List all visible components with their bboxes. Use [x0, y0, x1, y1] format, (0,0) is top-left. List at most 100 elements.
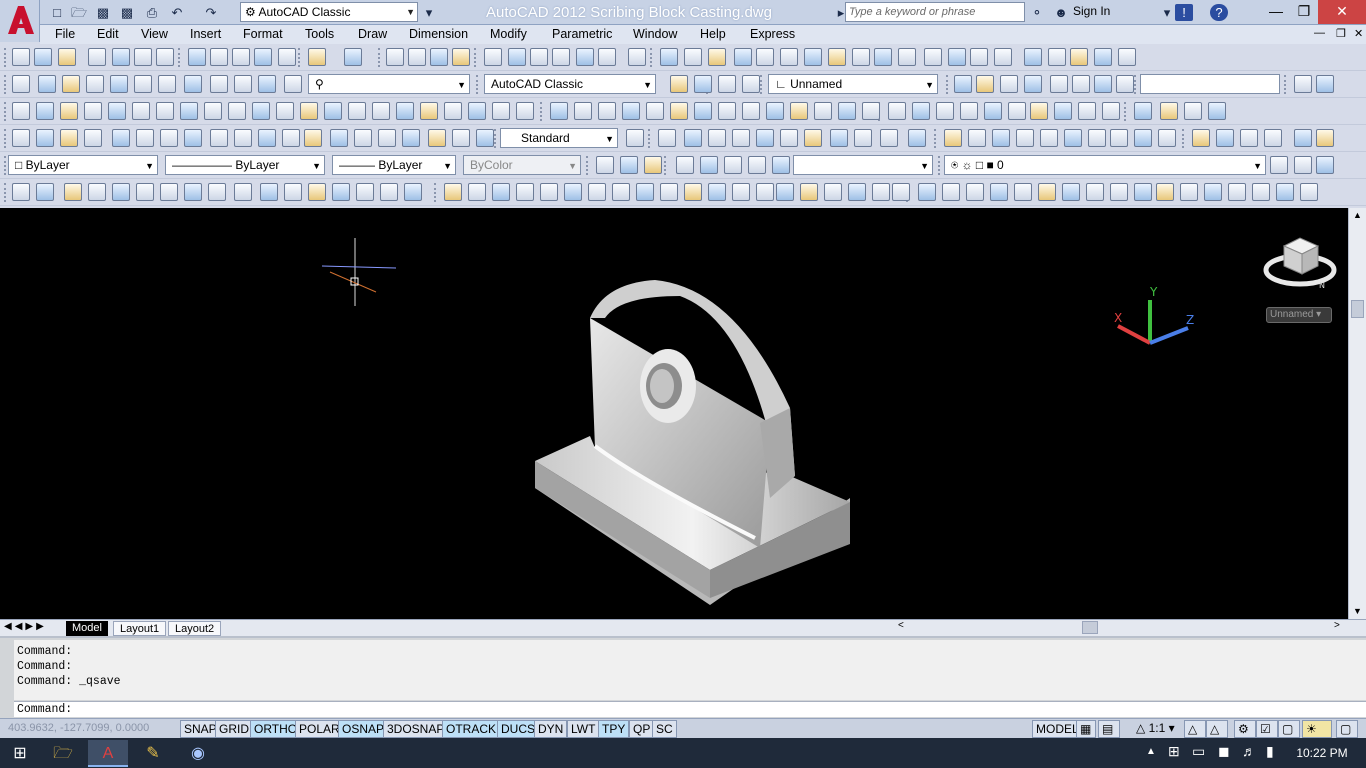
3d-orbit-icon[interactable]: [596, 156, 614, 174]
3d-scale-icon[interactable]: [960, 102, 978, 120]
redo-icon[interactable]: [344, 48, 362, 66]
rotate-icon[interactable]: [588, 183, 606, 201]
wblock-icon[interactable]: [780, 48, 798, 66]
match-properties-icon[interactable]: [254, 48, 272, 66]
toolbar-grip[interactable]: [586, 156, 590, 175]
toolbar-grip[interactable]: [378, 48, 382, 67]
stretch-box-icon[interactable]: [1110, 183, 1128, 201]
tab-model[interactable]: Model: [66, 621, 108, 636]
cone-icon[interactable]: [86, 75, 104, 93]
fillet-edge-icon[interactable]: [396, 102, 414, 120]
blend-box-icon[interactable]: [1276, 183, 1294, 201]
polysolid-icon[interactable]: [234, 75, 252, 93]
viewport-single-icon[interactable]: [1160, 102, 1178, 120]
dim-style-dropdown[interactable]: Standard ▼: [500, 128, 618, 148]
hyperlink-icon[interactable]: [854, 129, 872, 147]
tray-monitor-icon[interactable]: ▭: [1192, 743, 1205, 760]
toolbar-grip[interactable]: [178, 48, 182, 67]
section-icon[interactable]: [492, 102, 510, 120]
helix-icon[interactable]: [258, 75, 276, 93]
pin-app-icon[interactable]: ✎: [133, 740, 173, 767]
redo-icon[interactable]: ↷: [202, 4, 220, 21]
3d-dwf-icon[interactable]: [156, 48, 174, 66]
sheet-set-icon[interactable]: [552, 48, 570, 66]
draworder-icon[interactable]: [918, 183, 936, 201]
tab-nav-arrows-icon[interactable]: ◀◀▶▶: [4, 621, 47, 632]
toolbar-grip[interactable]: [1134, 75, 1138, 94]
toolbar-grip[interactable]: [4, 156, 8, 175]
ucs-icon[interactable]: [718, 75, 736, 93]
toolbar-grip[interactable]: [474, 48, 478, 67]
imprint-icon[interactable]: [276, 102, 294, 120]
walk-icon[interactable]: [772, 156, 790, 174]
customize-qat-icon[interactable]: ▾: [420, 4, 438, 21]
3d-rotate-icon[interactable]: [936, 102, 954, 120]
layer-walk-icon[interactable]: [944, 129, 962, 147]
doc-restore-icon[interactable]: ❐: [1336, 27, 1346, 40]
presspull-icon[interactable]: [36, 102, 54, 120]
text-style-icon[interactable]: [872, 183, 890, 201]
tool-palettes-icon[interactable]: [530, 48, 548, 66]
chevron-down-icon[interactable]: ▾: [1158, 4, 1176, 21]
markup-icon[interactable]: [576, 48, 594, 66]
ucs-z-icon[interactable]: [670, 102, 688, 120]
layer-off-icon[interactable]: [1016, 129, 1034, 147]
arc-icon[interactable]: [136, 183, 154, 201]
region-icon[interactable]: [404, 183, 422, 201]
viewcube-ucs-menu[interactable]: Unnamed ▾: [1266, 307, 1332, 323]
array-icon[interactable]: [540, 183, 558, 201]
tray-windows-icon[interactable]: ⊞: [1168, 743, 1180, 760]
trim-dash-icon[interactable]: [1134, 183, 1152, 201]
extend-dash-icon[interactable]: [1156, 183, 1174, 201]
baseline-dim-icon[interactable]: [234, 129, 252, 147]
copy-icon[interactable]: [468, 183, 486, 201]
mapping-icon[interactable]: [1094, 75, 1112, 93]
pyramid-icon[interactable]: [184, 75, 202, 93]
mtext-a-icon[interactable]: [892, 183, 910, 201]
wedge-icon[interactable]: [62, 75, 80, 93]
interfere-icon[interactable]: [204, 102, 222, 120]
3d-mirror-icon[interactable]: [984, 102, 1002, 120]
design-center-icon[interactable]: [508, 48, 526, 66]
cut-icon[interactable]: [188, 48, 206, 66]
save-icon[interactable]: ▩: [94, 4, 112, 21]
break-box-icon[interactable]: [1180, 183, 1198, 201]
new-icon[interactable]: □: [48, 4, 66, 21]
coordinate-readout[interactable]: 403.9632, -127.7099, 0.0000: [8, 722, 149, 734]
chamfer-box-icon[interactable]: [1228, 183, 1246, 201]
dim-update-icon[interactable]: [476, 129, 494, 147]
text-icon[interactable]: [658, 129, 676, 147]
open-icon[interactable]: [34, 48, 52, 66]
publish-icon[interactable]: [134, 48, 152, 66]
mesh-icon[interactable]: [468, 102, 486, 120]
area-icon[interactable]: [1048, 48, 1066, 66]
pan-icon[interactable]: [386, 48, 404, 66]
layer-states-icon[interactable]: [1294, 156, 1312, 174]
scribing-block-casting-model[interactable]: [535, 280, 850, 605]
dim-space-icon[interactable]: [282, 129, 300, 147]
mtext-icon[interactable]: [684, 129, 702, 147]
named-views-icon[interactable]: [862, 102, 880, 120]
annotation-visibility-icon[interactable]: △: [1184, 720, 1206, 738]
visual-style-icon[interactable]: [284, 75, 302, 93]
command-input[interactable]: Command:: [14, 701, 1366, 717]
convert-icon[interactable]: [444, 102, 462, 120]
scale-box-icon[interactable]: [1086, 183, 1104, 201]
toolbar-grip[interactable]: [648, 129, 652, 148]
layer-merge-icon[interactable]: [1110, 129, 1128, 147]
drawing-viewport[interactable]: Y X Z N Unnamed ▾: [0, 208, 1348, 619]
tolerance-icon[interactable]: [330, 129, 348, 147]
rectangle-icon[interactable]: [112, 183, 130, 201]
polygon-icon[interactable]: [88, 183, 106, 201]
image-frame-icon[interactable]: [780, 129, 798, 147]
volume-icon[interactable]: ♬: [1242, 743, 1256, 759]
dgn-underlay-icon[interactable]: [732, 129, 750, 147]
vertical-scrollbar[interactable]: ▲ ▼: [1348, 208, 1366, 619]
linear-dim-icon[interactable]: [12, 129, 30, 147]
rotate-round-icon[interactable]: [1062, 183, 1080, 201]
layer-freeze-icon[interactable]: [1040, 129, 1058, 147]
move-faces-icon[interactable]: [1078, 102, 1096, 120]
break-at-point-icon[interactable]: [708, 183, 726, 201]
layer-unlock-icon[interactable]: [1088, 129, 1106, 147]
annotation-scale[interactable]: △ 1:1 ▾: [1133, 720, 1178, 738]
